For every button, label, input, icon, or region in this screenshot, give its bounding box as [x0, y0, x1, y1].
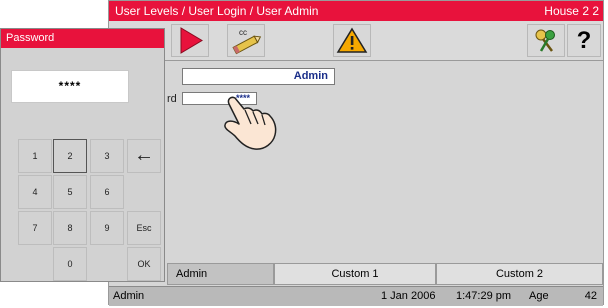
user-field[interactable]: Admin — [182, 68, 335, 85]
backspace-arrow-icon[interactable]: ← — [127, 139, 161, 173]
title-bar: User Levels / User Login / User Admin Ho… — [109, 1, 603, 21]
play-button[interactable] — [171, 24, 209, 57]
key-5[interactable]: 5 — [53, 175, 87, 209]
tab-custom-2[interactable]: Custom 2 — [436, 263, 603, 285]
status-age-label: Age — [529, 290, 549, 302]
cc-pencil-icon: cc — [232, 28, 262, 55]
keys-button[interactable] — [527, 24, 565, 57]
status-time: 1:47:29 pm — [456, 290, 512, 302]
pointing-hand-icon — [215, 92, 287, 159]
cc-label: cc — [239, 28, 247, 37]
tab-admin[interactable]: Admin — [167, 263, 274, 285]
password-display: **** — [11, 70, 129, 103]
help-button[interactable]: ? — [567, 24, 601, 57]
key-1[interactable]: 1 — [18, 139, 52, 173]
key-4[interactable]: 4 — [18, 175, 52, 209]
key-2[interactable]: 2 — [53, 139, 87, 173]
key-3[interactable]: 3 — [90, 139, 124, 173]
password-dialog-title: Password — [1, 29, 164, 48]
house-label: House 2 2 — [544, 4, 599, 18]
password-label: rd — [167, 93, 177, 105]
user-tabs: Admin Custom 1 Custom 2 — [109, 263, 603, 285]
status-bar: Admin 1 Jan 2006 1:47:29 pm Age 42 — [109, 286, 603, 306]
status-age-value: 42 — [584, 290, 597, 302]
password-dialog: Password **** 1 2 3 ← 4 5 6 7 8 9 Esc 0 … — [0, 28, 165, 282]
key-6[interactable]: 6 — [90, 175, 124, 209]
key-ok[interactable]: OK — [127, 247, 161, 281]
help-icon: ? — [576, 27, 592, 54]
status-user: Admin — [113, 290, 145, 302]
toolbar: cc ? — [109, 21, 603, 61]
tab-custom-1[interactable]: Custom 1 — [274, 263, 436, 285]
keys-icon — [535, 29, 555, 52]
main-window: User Levels / User Login / User Admin Ho… — [108, 0, 604, 306]
key-esc[interactable]: Esc — [127, 211, 161, 245]
key-9[interactable]: 9 — [90, 211, 124, 245]
key-7[interactable]: 7 — [18, 211, 52, 245]
key-8[interactable]: 8 — [53, 211, 87, 245]
breadcrumb: User Levels / User Login / User Admin — [115, 4, 319, 18]
warning-icon — [336, 27, 368, 53]
key-0[interactable]: 0 — [53, 247, 87, 281]
warning-button[interactable] — [333, 24, 371, 57]
status-date: 1 Jan 2006 — [381, 290, 436, 302]
cc-button[interactable]: cc — [227, 24, 265, 57]
play-icon — [180, 27, 203, 54]
